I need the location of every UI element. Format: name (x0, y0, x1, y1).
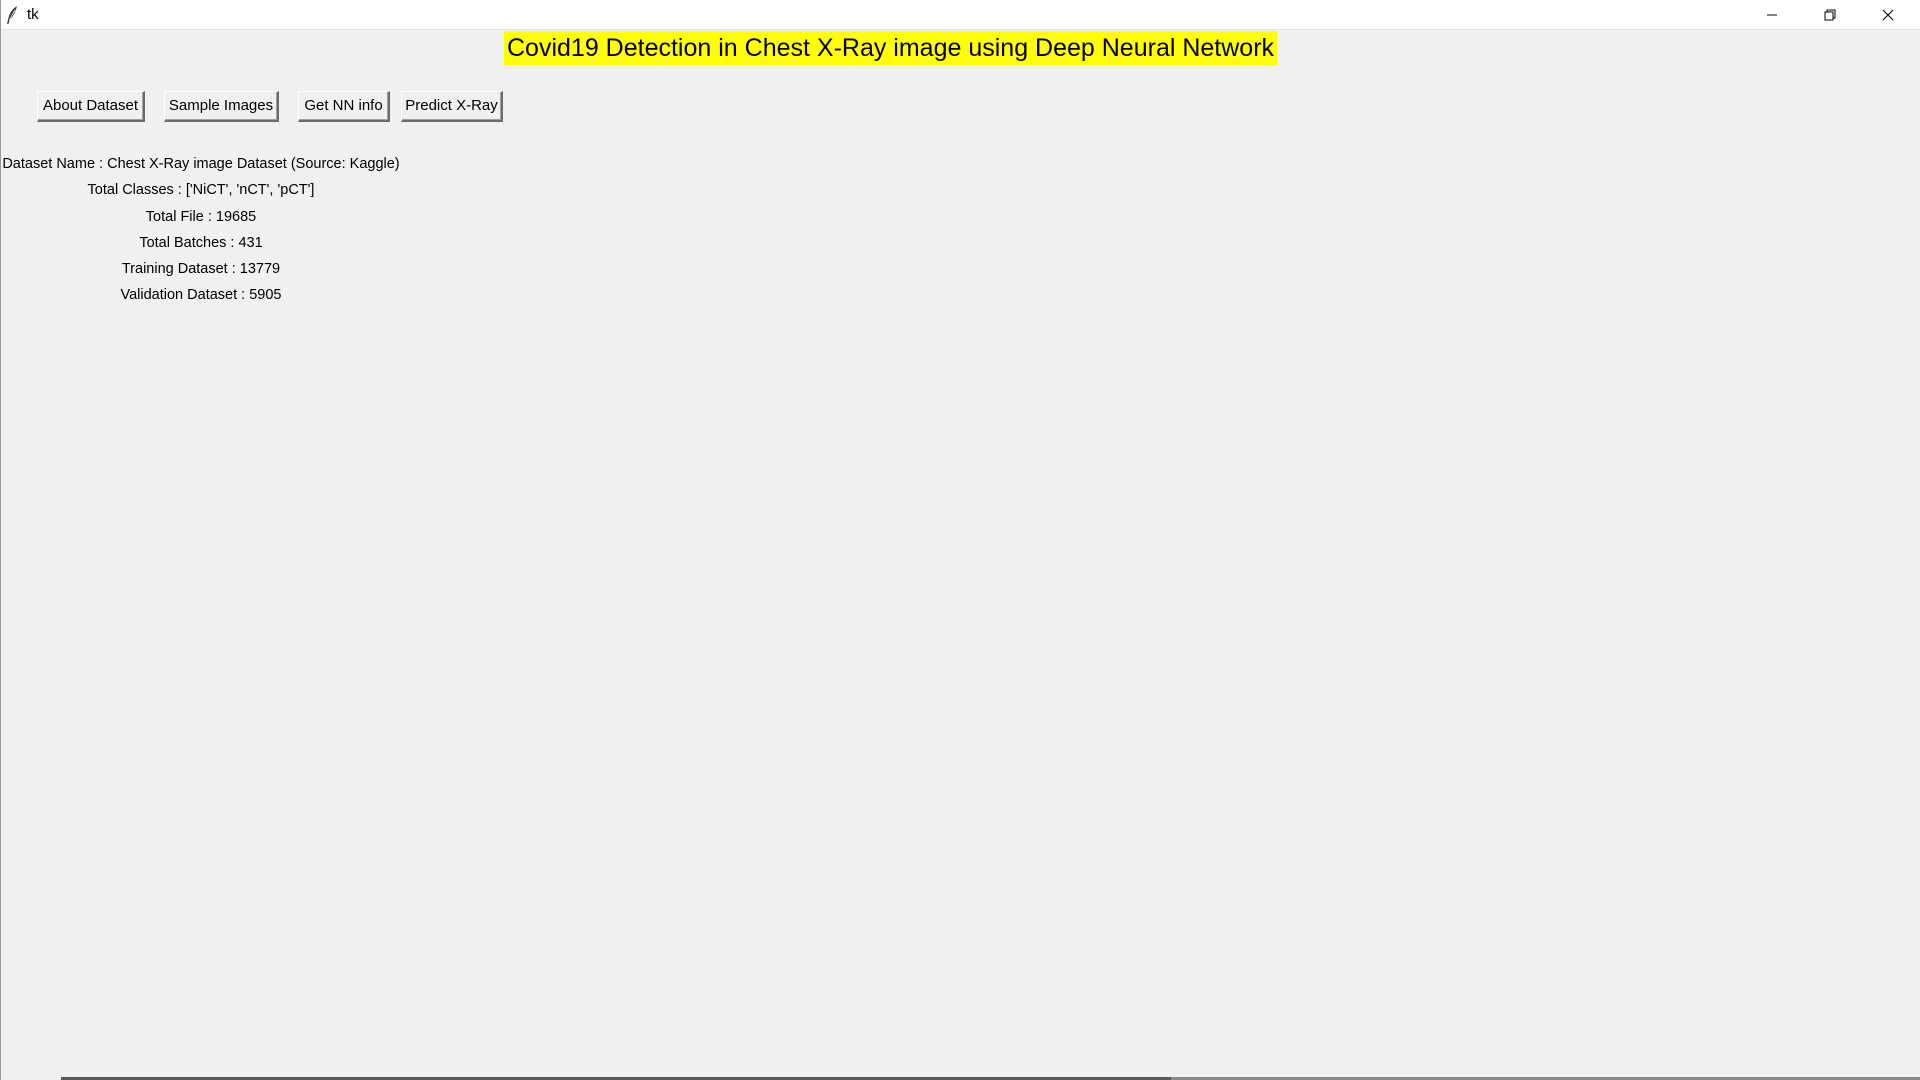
close-button[interactable] (1859, 0, 1917, 29)
training-dataset-label: Training Dataset : 13779 (121, 261, 281, 278)
tk-feather-icon (6, 5, 20, 25)
restore-icon (1824, 9, 1836, 21)
total-classes-label: Total Classes : ['NiCT', 'nCT', 'pCT'] (87, 182, 315, 199)
validation-dataset-label: Validation Dataset : 5905 (120, 287, 282, 304)
dataset-name-label: Dataset Name : Chest X-Ray image Dataset… (2, 156, 400, 172)
minimize-icon (1766, 9, 1778, 21)
total-files-label: Total File : 19685 (145, 208, 257, 225)
page-title: Covid19 Detection in Chest X-Ray image u… (504, 31, 1278, 65)
predict-xray-button[interactable]: Predict X-Ray (401, 91, 503, 122)
sample-images-button[interactable]: Sample Images (164, 91, 279, 122)
close-icon (1882, 9, 1894, 21)
title-bar[interactable]: tk (1, 0, 1920, 30)
get-nn-info-button[interactable]: Get NN info (298, 91, 390, 122)
restore-button[interactable] (1801, 0, 1859, 29)
window-title: tk (27, 6, 39, 23)
about-dataset-button[interactable]: About Dataset (37, 91, 145, 122)
dataset-info-panel: Dataset Name : Chest X-Ray image Dataset… (1, 151, 401, 309)
minimize-button[interactable] (1743, 0, 1801, 29)
total-batches-label: Total Batches : 431 (139, 234, 263, 251)
app-window: tk Covid19 Detection in Chest X-Ray imag… (0, 0, 1920, 1080)
